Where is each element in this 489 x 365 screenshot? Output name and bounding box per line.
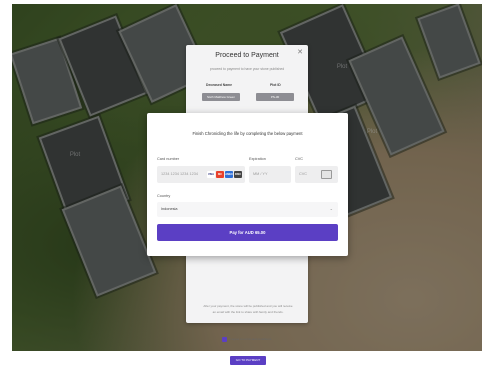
- expiration-placeholder: MM / YY: [253, 172, 268, 176]
- dialog-subtitle: proceed to payment to have your stone pu…: [209, 67, 285, 71]
- country-value: Indonesia: [161, 207, 178, 211]
- mastercard-icon: MC: [216, 171, 224, 178]
- card-cvc-icon: [321, 170, 332, 179]
- chevron-down-icon: ⌄: [329, 206, 333, 211]
- close-icon[interactable]: ✕: [297, 48, 303, 56]
- column-header-name: Deceased Name: [206, 83, 233, 87]
- country-select[interactable]: Indonesia ⌄: [157, 202, 338, 217]
- card-number-placeholder: 1234 1234 1234 1234: [161, 172, 198, 176]
- column-header-plot: Plot ID: [270, 83, 281, 87]
- country-label: Country: [157, 194, 171, 198]
- cvc-label: CVC: [295, 157, 304, 161]
- deceased-name-value: Sixth Matthew Green: [202, 93, 240, 101]
- expiration-label: Expiration: [249, 157, 266, 161]
- card-number-input[interactable]: 1234 1234 1234 1234 VISA MC AMEX DISC: [157, 166, 245, 183]
- cvc-placeholder: CVC: [299, 172, 308, 176]
- card-number-label: Card number: [157, 157, 180, 161]
- payment-note: After your payment, the stone will be pu…: [203, 304, 293, 314]
- dialog-title: Proceed to Payment: [215, 52, 279, 59]
- visa-icon: VISA: [207, 171, 215, 178]
- modal-title: Finish Chronicling the life by completin…: [192, 131, 303, 136]
- plot-id-value: PS-30: [256, 93, 294, 101]
- pay-button[interactable]: Pay for AUD 65.00: [157, 224, 338, 241]
- terms-label: I agree to terms and conditions: [230, 337, 272, 341]
- discover-icon: DISC: [234, 171, 242, 178]
- amex-icon: AMEX: [225, 171, 233, 178]
- cvc-input[interactable]: CVC: [295, 166, 338, 183]
- expiration-input[interactable]: MM / YY: [249, 166, 291, 183]
- terms-checkbox[interactable]: [222, 337, 227, 342]
- go-to-payment-button[interactable]: GO TO PAYMENT: [230, 356, 266, 365]
